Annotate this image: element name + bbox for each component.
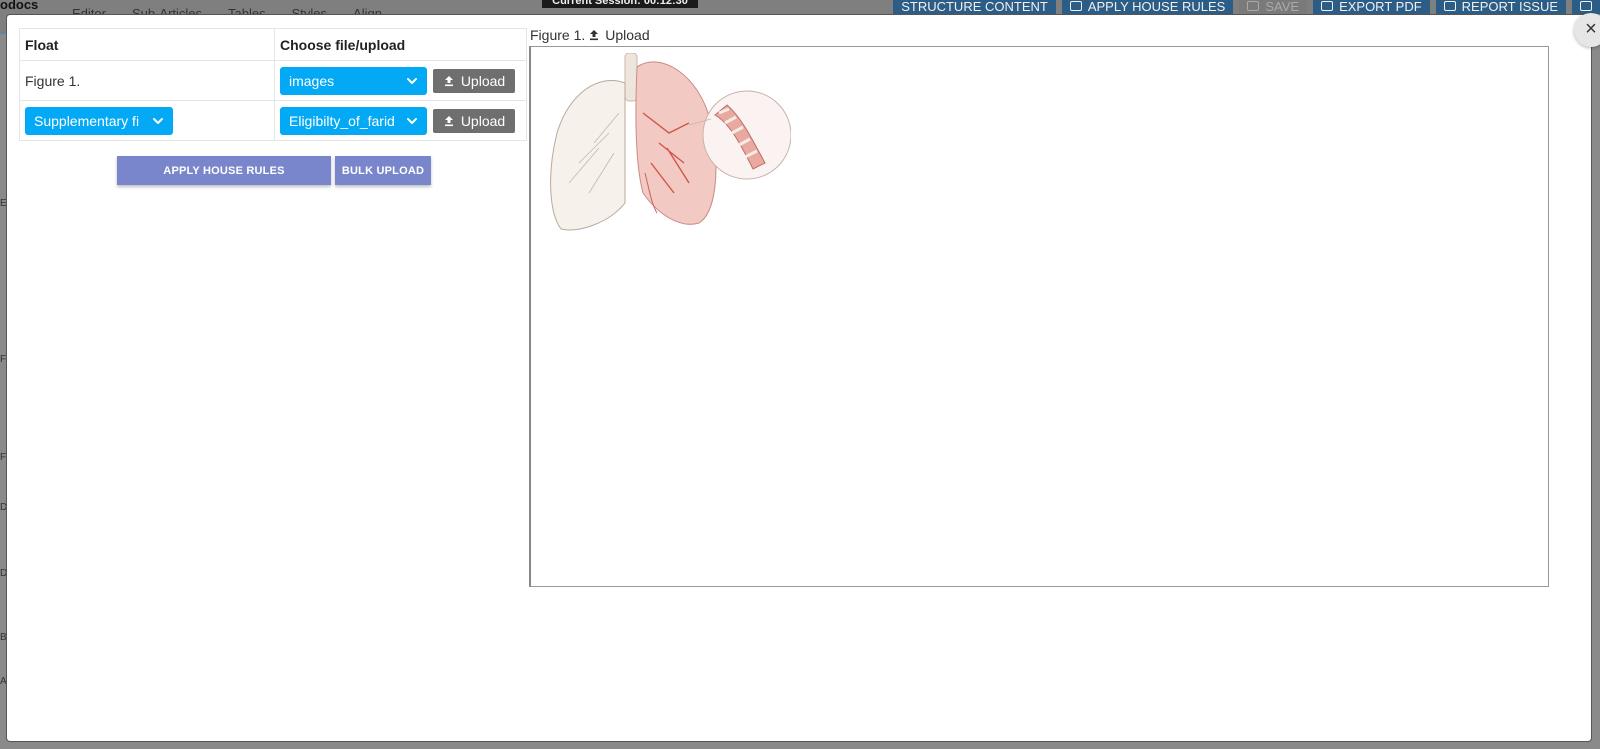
chevron-down-icon bbox=[407, 77, 417, 84]
preview-upload-label: Upload bbox=[605, 27, 650, 43]
float-upload-table: Float Choose file/upload Figure 1. image… bbox=[19, 28, 527, 141]
save-button[interactable]: SAVE bbox=[1239, 0, 1308, 14]
upload-icon bbox=[590, 30, 599, 41]
close-button[interactable]: × bbox=[1574, 13, 1600, 47]
column-header-choose-file: Choose file/upload bbox=[274, 28, 527, 61]
upload-label: Upload bbox=[460, 112, 506, 129]
report-issue-button[interactable]: REPORT ISSUE bbox=[1435, 0, 1566, 14]
table-row: Figure 1. images Upload bbox=[19, 60, 527, 101]
upload-button[interactable]: Upload bbox=[433, 68, 515, 93]
file-type-select-value: images bbox=[289, 72, 335, 89]
main-toolbar: STRUCTURE CONTENT APPLY HOUSE RULES SAVE… bbox=[893, 0, 1600, 14]
toolbar-apply-house-rules-button[interactable]: APPLY HOUSE RULES bbox=[1061, 0, 1234, 14]
file-name-select-value: Eligibilty_of_farid bbox=[289, 112, 395, 129]
toolbar-overflow-button[interactable] bbox=[1572, 0, 1600, 14]
session-timer: Current Session: 00:12:30 bbox=[542, 0, 698, 8]
modal-actions: APPLY HOUSE RULES BULK UPLOAD bbox=[117, 156, 431, 185]
float-upload-modal: × Float Choose file/upload Figure 1. ima… bbox=[6, 13, 1600, 742]
upload-icon bbox=[444, 115, 453, 126]
save-icon bbox=[1247, 1, 1260, 11]
report-issue-label: REPORT ISSUE bbox=[1461, 0, 1558, 14]
upload-icon bbox=[444, 75, 453, 86]
export-pdf-button[interactable]: EXPORT PDF bbox=[1313, 0, 1430, 14]
figure-image bbox=[550, 53, 791, 231]
report-icon bbox=[1443, 1, 1456, 11]
file-type-select[interactable]: images bbox=[280, 66, 427, 95]
apply-house-rules-label: APPLY HOUSE RULES bbox=[1087, 0, 1226, 14]
close-icon: × bbox=[1585, 18, 1597, 40]
column-header-float: Float bbox=[19, 28, 275, 61]
exit-icon bbox=[1580, 1, 1592, 11]
chevron-down-icon bbox=[153, 117, 163, 124]
checkbox-icon bbox=[1069, 1, 1082, 11]
preview-header: Figure 1. Upload bbox=[530, 27, 650, 43]
float-type-select-value: Supplementary fi bbox=[34, 112, 140, 129]
upload-label: Upload bbox=[460, 72, 506, 89]
pdf-icon bbox=[1321, 1, 1334, 11]
structure-content-label: STRUCTURE CONTENT bbox=[901, 0, 1048, 14]
save-label: SAVE bbox=[1265, 0, 1300, 14]
preview-figure-label: Figure 1. bbox=[530, 27, 586, 43]
float-label: Figure 1. bbox=[19, 60, 275, 101]
table-row: Supplementary fi Eligibilty_of_farid Upl… bbox=[19, 100, 527, 141]
bulk-upload-button[interactable]: BULK UPLOAD bbox=[335, 156, 431, 185]
file-cell: Eligibilty_of_farid Upload bbox=[274, 100, 527, 141]
preview-upload-link[interactable]: Upload bbox=[588, 27, 650, 43]
upload-button[interactable]: Upload bbox=[433, 108, 515, 133]
apply-house-rules-button[interactable]: APPLY HOUSE RULES bbox=[117, 156, 331, 185]
chevron-down-icon bbox=[407, 117, 417, 124]
table-header-row: Float Choose file/upload bbox=[19, 28, 527, 61]
float-select-cell: Supplementary fi bbox=[19, 100, 275, 141]
file-cell: images Upload bbox=[274, 60, 527, 101]
app-logo: odocs bbox=[0, 0, 39, 12]
float-type-select[interactable]: Supplementary fi bbox=[25, 106, 173, 135]
figure-preview-pane bbox=[529, 46, 1549, 587]
file-name-select[interactable]: Eligibilty_of_farid bbox=[280, 106, 427, 135]
structure-content-button[interactable]: STRUCTURE CONTENT bbox=[893, 0, 1056, 14]
export-pdf-label: EXPORT PDF bbox=[1339, 0, 1422, 14]
